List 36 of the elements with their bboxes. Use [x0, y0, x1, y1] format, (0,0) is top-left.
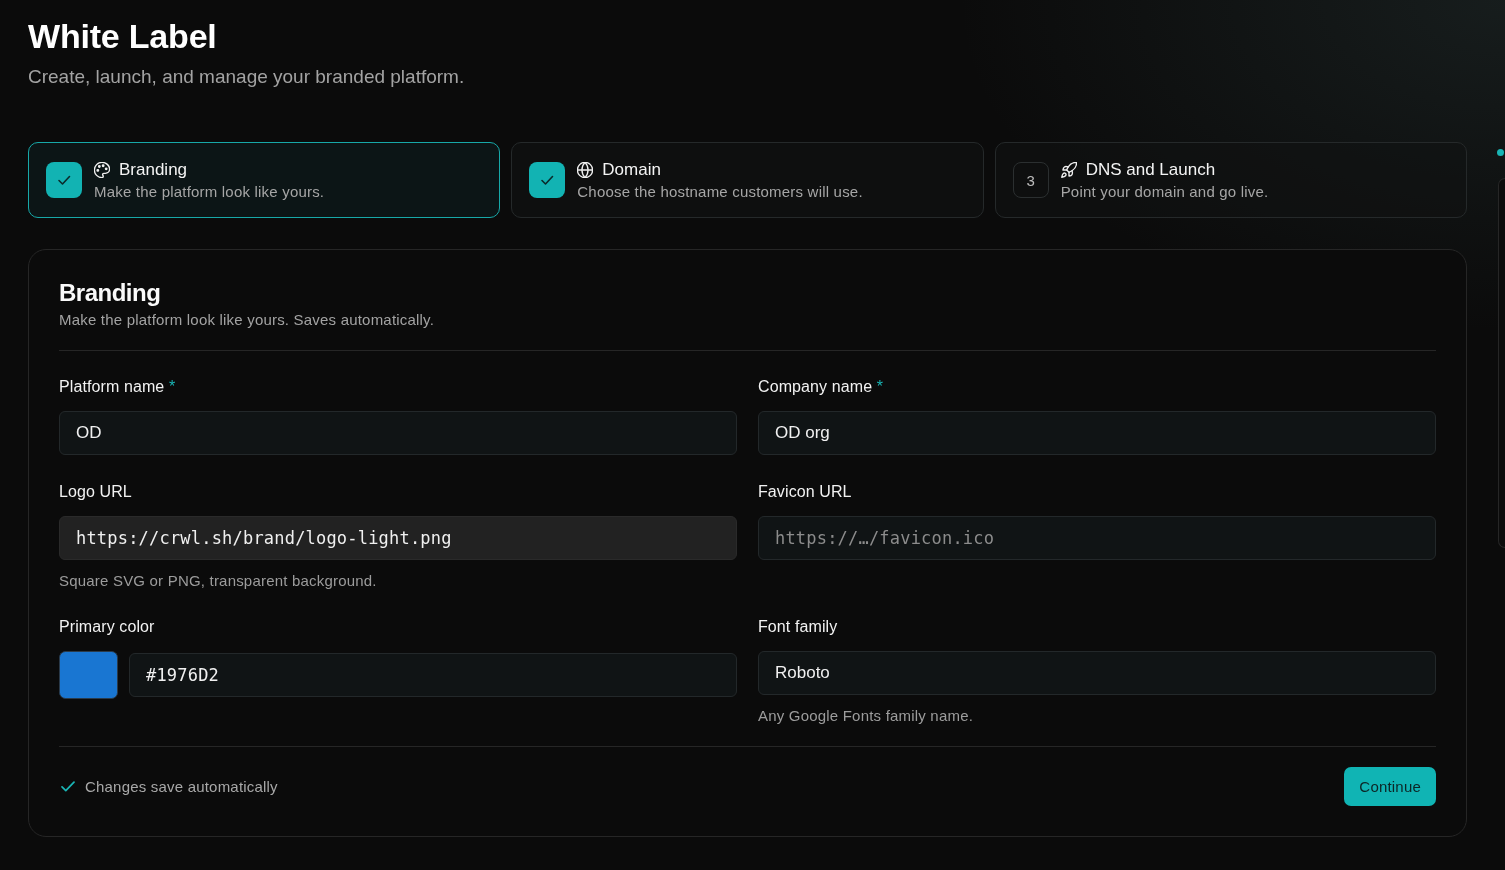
- step-tab[interactable]: Branding Make the platform look like yours.: [28, 142, 501, 218]
- step-title: Domain: [602, 159, 661, 180]
- field-hint: Any Google Fonts family name.: [758, 707, 974, 725]
- field-label: Font family: [758, 617, 838, 637]
- text-field[interactable]: https://crwl.sh/brand/logo-light.png: [59, 516, 737, 560]
- text-field[interactable]: #1976D2: [129, 653, 737, 697]
- page-title: White Label: [28, 16, 217, 56]
- step-title: DNS and Launch: [1085, 159, 1216, 180]
- step-description: Point your domain and go live.: [1060, 182, 1269, 201]
- form-title: Branding: [59, 278, 161, 308]
- field-label: Company name *: [758, 377, 884, 397]
- step-tab[interactable]: 3 DNS and Launch Point your domain and go live.: [994, 142, 1467, 218]
- field-label: Favicon URL: [758, 482, 852, 502]
- form-description: Make the platform look like yours. Saves automatically.: [59, 310, 435, 330]
- text-field[interactable]: OD: [59, 411, 737, 455]
- page-subtitle: Create, launch, and manage your branded platform.: [28, 65, 465, 89]
- field-label: Platform name *: [59, 377, 176, 397]
- field-hint: Square SVG or PNG, transparent background.: [59, 572, 377, 590]
- step-number: 3: [1012, 162, 1049, 198]
- text-field[interactable]: OD org: [758, 411, 1436, 455]
- step-title: Branding: [119, 159, 188, 180]
- save-status: Changes save automatically: [85, 776, 278, 797]
- step-description: Choose the hostname customers will use.: [577, 182, 863, 201]
- field-label: Logo URL: [59, 482, 132, 502]
- color-swatch-icon[interactable]: [59, 651, 118, 699]
- palette-icon: [94, 161, 110, 178]
- text-field[interactable]: https://…/favicon.ico: [758, 516, 1436, 560]
- field-label: Primary color: [59, 617, 155, 637]
- rocket-icon: [1060, 161, 1077, 178]
- globe-icon: [577, 161, 594, 178]
- status-dot-icon: [1497, 149, 1504, 156]
- check-icon: [61, 781, 75, 792]
- continue-button[interactable]: Continue: [1344, 767, 1436, 806]
- step-description: Make the platform look like yours.: [94, 182, 325, 201]
- step-tab[interactable]: Domain Choose the hostname customers will use.: [511, 142, 984, 218]
- text-field[interactable]: Roboto: [758, 651, 1436, 695]
